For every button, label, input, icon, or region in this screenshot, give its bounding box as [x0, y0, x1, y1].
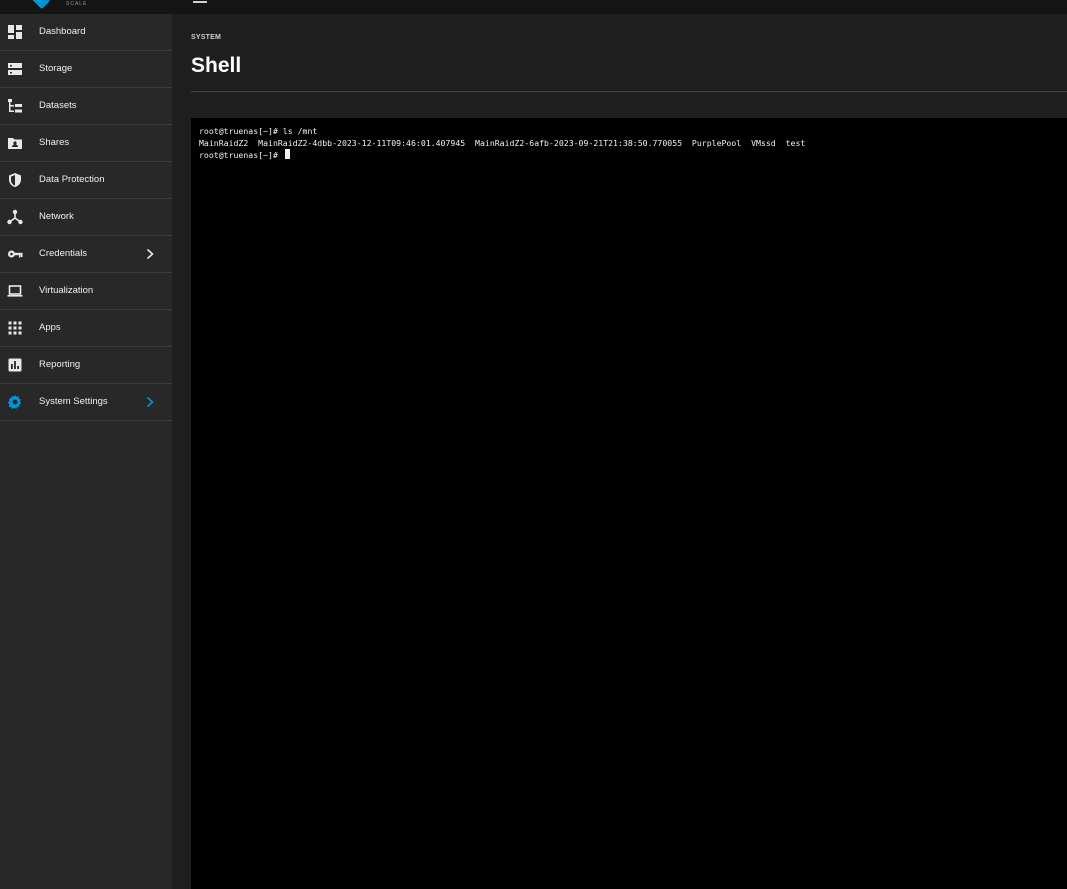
storage-icon — [7, 61, 23, 77]
apps-grid-icon — [7, 320, 23, 336]
key-icon — [7, 246, 23, 262]
breadcrumb: SYSTEM — [191, 34, 221, 41]
sidebar-item-label: Apps — [39, 322, 61, 333]
page-title: Shell — [191, 54, 242, 77]
terminal-line: root@truenas[~]# ls /mnt — [199, 126, 318, 136]
datasets-icon — [7, 98, 23, 114]
sidebar-item-label: Network — [39, 211, 74, 222]
sidebar-item-virtualization[interactable]: Virtualization — [0, 273, 172, 310]
network-icon — [7, 209, 23, 225]
sidebar-item-apps[interactable]: Apps — [0, 310, 172, 347]
terminal-prompt-line: root@truenas[~]# — [199, 149, 1059, 161]
logo-subtext: SCALE — [66, 1, 88, 7]
chevron-right-icon — [145, 248, 155, 260]
sidebar-item-system-settings[interactable]: System Settings — [0, 384, 172, 421]
logo-mark — [31, 0, 51, 10]
terminal-cursor — [284, 149, 290, 159]
shell-terminal[interactable]: root@truenas[~]# ls /mnt MainRaidZ2 Main… — [191, 118, 1067, 889]
main-content: SYSTEM Shell root@truenas[~]# ls /mnt Ma… — [172, 14, 1067, 889]
header-divider — [191, 91, 1067, 92]
sidebar-item-network[interactable]: Network — [0, 199, 172, 236]
sidebar-item-label: Datasets — [39, 100, 77, 111]
sidebar-item-data-protection[interactable]: Data Protection — [0, 162, 172, 199]
laptop-icon — [7, 283, 23, 299]
shares-icon — [7, 135, 23, 151]
dashboard-icon — [7, 24, 23, 40]
sidebar-item-label: Dashboard — [39, 26, 86, 37]
top-bar: SCALE — [0, 0, 1067, 14]
sidebar-item-label: Credentials — [39, 248, 88, 259]
sidebar-item-label: System Settings — [39, 396, 108, 407]
chevron-right-icon — [145, 396, 155, 408]
sidebar-item-reporting[interactable]: Reporting — [0, 347, 172, 384]
menu-toggle-icon[interactable] — [193, 0, 207, 3]
sidebar-item-label: Storage — [39, 63, 73, 74]
sidebar-item-credentials[interactable]: Credentials — [0, 236, 172, 273]
sidebar: Dashboard Storage Datasets Shares Data P… — [0, 14, 172, 889]
truenas-logo[interactable]: SCALE — [31, 0, 94, 10]
sidebar-item-datasets[interactable]: Datasets — [0, 88, 172, 125]
shield-icon — [7, 172, 23, 188]
reporting-icon — [7, 357, 23, 373]
sidebar-item-dashboard[interactable]: Dashboard — [0, 14, 172, 51]
sidebar-item-label: Shares — [39, 137, 70, 148]
terminal-prompt: root@truenas[~]# — [199, 150, 283, 160]
sidebar-item-shares[interactable]: Shares — [0, 125, 172, 162]
sidebar-item-label: Data Protection — [39, 174, 105, 185]
sidebar-item-label: Reporting — [39, 359, 81, 370]
terminal-line: MainRaidZ2 MainRaidZ2-4dbb-2023-12-11T09… — [199, 138, 806, 148]
gear-icon — [7, 394, 23, 410]
sidebar-item-label: Virtualization — [39, 285, 94, 296]
sidebar-item-storage[interactable]: Storage — [0, 51, 172, 88]
